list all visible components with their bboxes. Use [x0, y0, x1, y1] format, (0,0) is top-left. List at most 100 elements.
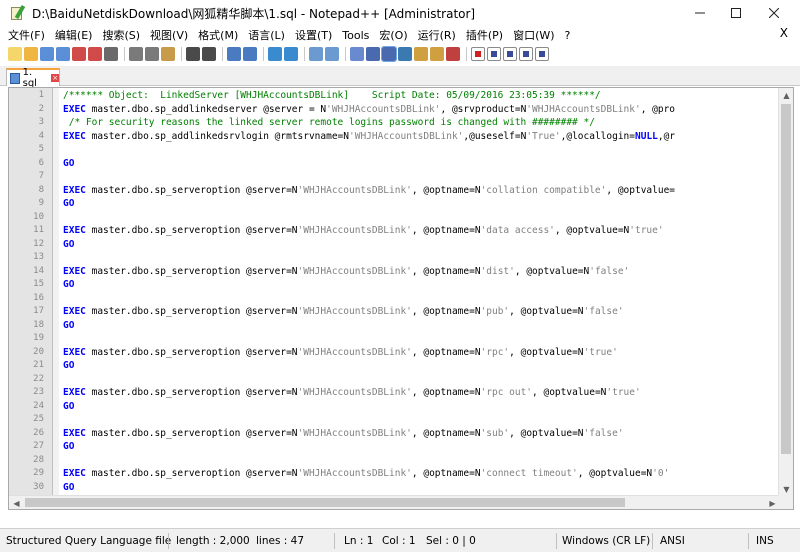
code-token: 'WHJHAccountsDBLink': [326, 103, 441, 115]
run-macro-multiple-icon[interactable]: [519, 47, 533, 61]
status-ln: Ln : 1: [344, 535, 374, 547]
line-number: 2: [38, 103, 44, 114]
find-icon[interactable]: [227, 47, 241, 61]
copy-icon[interactable]: [145, 47, 159, 61]
function-list-icon[interactable]: [414, 47, 428, 61]
status-encoding[interactable]: ANSI: [660, 529, 685, 552]
code-token: master.dbo.sp_addlinkedsrvlogin @rmtsrvn…: [85, 130, 349, 142]
zoom-out-icon[interactable]: [284, 47, 298, 61]
code-line[interactable]: /****** Object: LinkedServer [WHJHAccoun…: [63, 89, 601, 103]
save-all-icon[interactable]: [56, 47, 70, 61]
code-token: GO: [63, 198, 75, 209]
code-line[interactable]: EXEC master.dbo.sp_serveroption @server=…: [63, 386, 641, 400]
code-line[interactable]: GO: [63, 278, 74, 292]
menu-item-0[interactable]: 文件(F): [8, 27, 45, 43]
sync-vertical-icon[interactable]: [309, 47, 323, 61]
save-icon[interactable]: [40, 47, 54, 61]
code-line[interactable]: GO: [63, 197, 74, 211]
status-eol[interactable]: Windows (CR LF): [562, 529, 650, 552]
stop-macro-icon[interactable]: [487, 47, 501, 61]
code-line[interactable]: EXEC master.dbo.sp_addlinkedserver @serv…: [63, 103, 675, 117]
menu-item-9[interactable]: 运行(R): [418, 27, 456, 43]
code-line[interactable]: EXEC master.dbo.sp_serveroption @server=…: [63, 346, 618, 360]
notepad-plus-plus-icon: [10, 4, 26, 21]
save-macro-icon[interactable]: [535, 47, 549, 61]
code-line[interactable]: GO: [63, 440, 74, 454]
code-line[interactable]: GO: [63, 157, 74, 171]
status-bar: Structured Query Language file length : …: [0, 528, 800, 552]
menu-item-5[interactable]: 语言(L): [248, 27, 285, 43]
menu-item-2[interactable]: 搜索(S): [102, 27, 140, 43]
indent-guide-icon[interactable]: [381, 46, 397, 62]
print-icon[interactable]: [104, 47, 118, 61]
close-window-button[interactable]: [756, 0, 792, 26]
scroll-up-icon[interactable]: ▲: [779, 88, 793, 103]
code-line[interactable]: EXEC master.dbo.sp_serveroption @server=…: [63, 467, 669, 481]
menu-item-12[interactable]: ?: [565, 29, 571, 42]
close-document-button[interactable]: X: [780, 26, 788, 40]
menu-item-10[interactable]: 插件(P): [466, 27, 503, 43]
menu-item-3[interactable]: 视图(V): [150, 27, 188, 43]
status-ins[interactable]: INS: [756, 529, 774, 552]
document-icon: [10, 72, 20, 84]
close-icon[interactable]: [72, 47, 86, 61]
code-token: EXEC: [63, 184, 86, 196]
line-number-gutter: 1 2 3 4 5 6 7 8 9 10 11 12 13 14 15 16 17 18 19 20 21 22 23 24 2…: [9, 88, 53, 509]
redo-icon[interactable]: [202, 47, 216, 61]
menu-item-4[interactable]: 格式(M): [198, 27, 238, 43]
line-number: 17: [33, 306, 44, 316]
code-line[interactable]: GO: [63, 400, 74, 414]
replace-icon[interactable]: [243, 47, 257, 61]
zoom-in-icon[interactable]: [268, 47, 282, 61]
code-line[interactable]: /* For security reasons the linked serve…: [63, 116, 595, 130]
folder-workspace-icon[interactable]: [430, 47, 444, 61]
code-token: GO: [63, 319, 75, 331]
menu-item-1[interactable]: 编辑(E): [55, 27, 93, 43]
monitoring-icon[interactable]: [446, 47, 460, 61]
code-token: , @optvalue=N: [514, 265, 590, 277]
sync-horizontal-icon[interactable]: [325, 47, 339, 61]
toolbar-separator: [304, 47, 305, 61]
code-line[interactable]: EXEC master.dbo.sp_serveroption @server=…: [63, 224, 664, 238]
code-token: 'WHJHAccountsDBLink': [297, 265, 412, 277]
paste-icon[interactable]: [161, 47, 175, 61]
code-line[interactable]: GO: [63, 481, 74, 495]
new-file-icon[interactable]: [8, 47, 22, 61]
code-line[interactable]: EXEC master.dbo.sp_serveroption @server=…: [63, 265, 629, 279]
menu-item-8[interactable]: 宏(O): [379, 27, 407, 43]
horizontal-scroll-thumb[interactable]: [25, 498, 625, 507]
vertical-scrollbar[interactable]: ▲ ▼: [778, 88, 793, 497]
menu-item-11[interactable]: 窗口(W): [513, 27, 554, 43]
open-file-icon[interactable]: [24, 47, 38, 61]
tab-close-icon[interactable]: ×: [51, 74, 59, 82]
show-all-chars-icon[interactable]: [366, 47, 380, 61]
scroll-corner: [778, 495, 793, 509]
fold-margin[interactable]: [53, 88, 59, 497]
menu-item-7[interactable]: Tools: [342, 29, 369, 42]
minimize-button[interactable]: [682, 0, 718, 26]
cut-icon[interactable]: [129, 47, 143, 61]
tab-1-sql[interactable]: 1. sql ×: [6, 67, 60, 89]
code-line[interactable]: GO: [63, 359, 74, 373]
code-area[interactable]: /****** Object: LinkedServer [WHJHAccoun…: [63, 88, 779, 497]
record-macro-icon[interactable]: [471, 47, 485, 61]
code-line[interactable]: GO: [63, 238, 74, 252]
scroll-left-icon[interactable]: ◀: [9, 496, 24, 509]
code-line[interactable]: EXEC master.dbo.sp_serveroption @server=…: [63, 184, 675, 198]
code-line[interactable]: EXEC master.dbo.sp_serveroption @server=…: [63, 305, 624, 319]
word-wrap-icon[interactable]: [350, 47, 364, 61]
code-editor[interactable]: 1 2 3 4 5 6 7 8 9 10 11 12 13 14 15 16 17 18 19 20 21 22 23 24 2…: [8, 87, 794, 510]
code-token: EXEC: [63, 103, 86, 115]
code-line[interactable]: EXEC master.dbo.sp_serveroption @server=…: [63, 427, 624, 441]
horizontal-scrollbar[interactable]: ◀ ▶: [9, 495, 780, 509]
vertical-scroll-thumb[interactable]: [781, 104, 791, 454]
close-all-icon[interactable]: [88, 47, 102, 61]
code-token: NULL: [635, 130, 658, 142]
undo-icon[interactable]: [186, 47, 200, 61]
menu-item-6[interactable]: 设置(T): [295, 27, 332, 43]
code-line[interactable]: GO: [63, 319, 74, 333]
code-line[interactable]: EXEC master.dbo.sp_addlinkedsrvlogin @rm…: [63, 130, 675, 144]
play-macro-icon[interactable]: [503, 47, 517, 61]
doc-map-icon[interactable]: [398, 47, 412, 61]
maximize-button[interactable]: [718, 0, 754, 26]
